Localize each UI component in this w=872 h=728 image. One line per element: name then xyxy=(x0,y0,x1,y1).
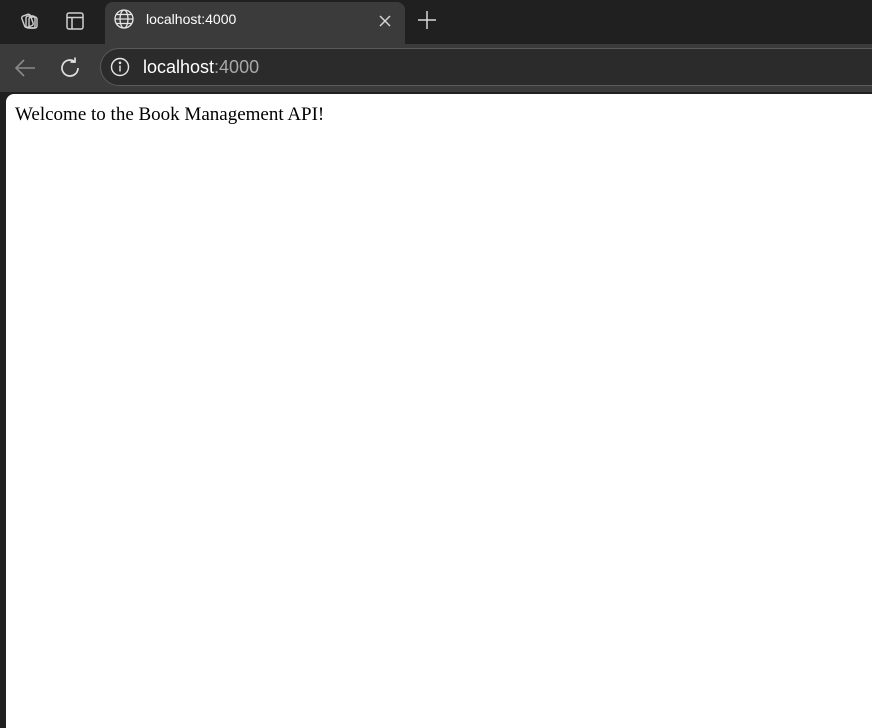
plus-icon[interactable] xyxy=(413,6,441,34)
url-host: localhost xyxy=(143,57,215,77)
back-arrow-icon[interactable] xyxy=(10,53,40,83)
address-bar[interactable]: localhost:4000 xyxy=(100,48,872,86)
tab-strip: localhost:4000 xyxy=(0,0,872,44)
info-icon[interactable] xyxy=(110,57,130,77)
page-body-text: Welcome to the Book Management API! xyxy=(15,104,325,125)
page-viewport: Welcome to the Book Management API! xyxy=(6,94,872,728)
workspaces-icon[interactable] xyxy=(15,6,45,36)
url-port: :4000 xyxy=(214,57,260,77)
browser-toolbar: localhost:4000 xyxy=(0,44,872,92)
url-text: localhost:4000 xyxy=(143,57,259,77)
active-tab[interactable]: localhost:4000 xyxy=(105,2,405,44)
reload-icon[interactable] xyxy=(55,53,85,83)
globe-icon xyxy=(113,8,135,30)
tab-actions-icon[interactable] xyxy=(60,6,90,36)
tab-title: localhost:4000 xyxy=(146,11,237,27)
close-icon[interactable] xyxy=(375,11,395,31)
